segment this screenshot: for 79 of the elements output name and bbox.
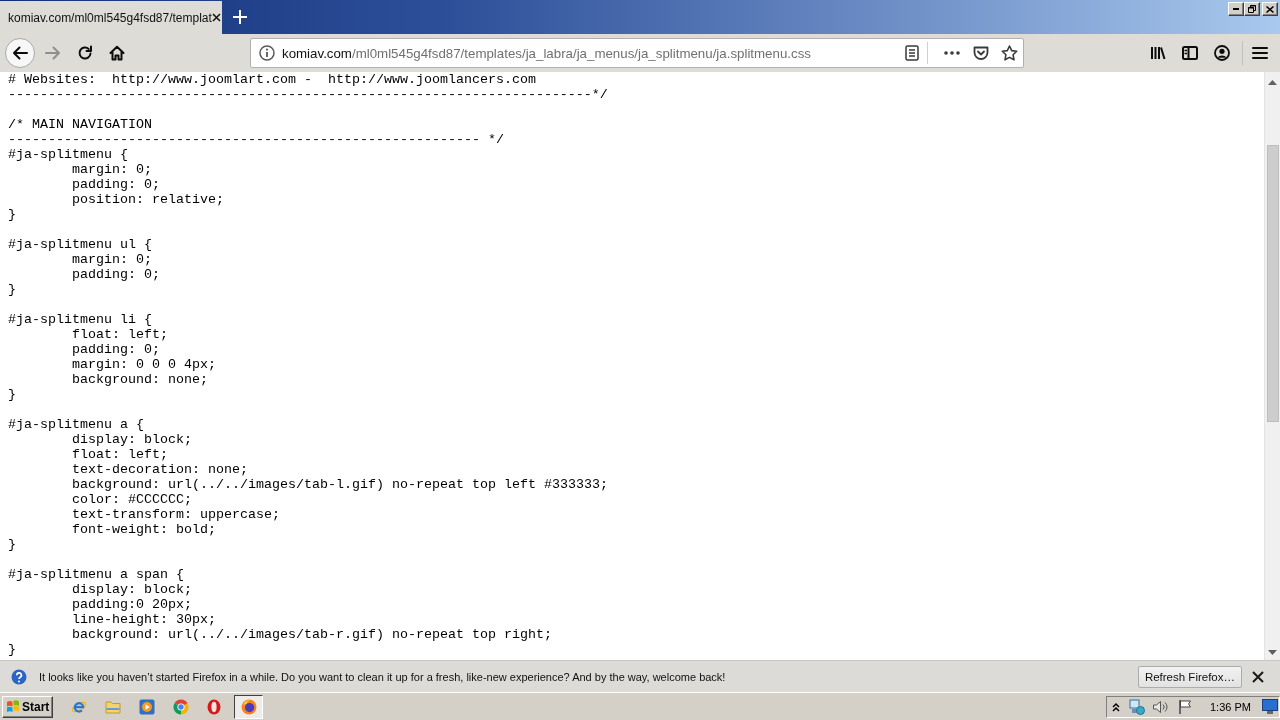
sidebar-icon[interactable]	[1182, 46, 1198, 60]
double-chevron-up-icon[interactable]	[1112, 701, 1120, 712]
code-line: }	[8, 642, 16, 657]
flag-icon[interactable]	[1177, 698, 1193, 715]
code-line: margin: 0;	[72, 252, 152, 267]
scrollbar-thumb[interactable]	[1266, 145, 1279, 422]
code-line: color: #CCCCCC;	[72, 492, 192, 507]
code-line: }	[8, 387, 16, 402]
speaker-icon[interactable]	[1152, 698, 1168, 715]
code-line: margin: 0 0 0 4px;	[72, 357, 216, 372]
close-icon	[1266, 5, 1274, 13]
code-line: background: none;	[72, 372, 208, 387]
restore-button[interactable]	[1244, 2, 1260, 16]
star-icon[interactable]	[1001, 45, 1018, 61]
arrow-left-icon	[12, 45, 28, 61]
play-icon[interactable]	[139, 698, 155, 715]
code-line: }	[8, 537, 16, 552]
code-line: #ja-splitmenu li {	[8, 312, 152, 327]
code-line: # Websites: http://www.joomlart.com - http://www.joomlancers.com	[8, 72, 536, 87]
user-circle-icon[interactable]	[1214, 45, 1230, 61]
code-line: #ja-splitmenu {	[8, 147, 128, 162]
start-logo-icon	[6, 700, 20, 713]
code-line: ----------------------------------------------------------- */	[8, 132, 504, 147]
reload-icon[interactable]	[77, 45, 93, 61]
info-icon[interactable]	[259, 45, 275, 61]
code-line: margin: 0;	[72, 162, 152, 177]
restore-icon	[1248, 5, 1256, 13]
scroll-up-arrow-icon[interactable]	[1268, 79, 1277, 85]
books-icon[interactable]	[1150, 45, 1166, 61]
home-icon[interactable]	[109, 45, 125, 61]
chevron-shield-icon[interactable]	[973, 45, 989, 61]
code-line: padding: 0;	[72, 342, 160, 357]
help-icon	[11, 668, 27, 685]
clock[interactable]: 1:36 PM	[1210, 700, 1251, 713]
scrollbar-track[interactable]	[1264, 72, 1280, 660]
circle-emblem-icon	[240, 698, 257, 715]
code-line: #ja-splitmenu a {	[8, 417, 144, 432]
document-icon[interactable]	[905, 45, 919, 61]
close-icon[interactable]	[1252, 670, 1264, 683]
code-line: float: left;	[72, 447, 168, 462]
menu-icon[interactable]	[1252, 46, 1268, 60]
scroll-down-arrow-icon[interactable]	[1268, 649, 1277, 655]
close-icon[interactable]	[211, 13, 221, 22]
code-line: padding: 0;	[72, 177, 160, 192]
code-line: #ja-splitmenu a span {	[8, 567, 184, 582]
code-line: display: block;	[72, 582, 192, 597]
close-button[interactable]	[1262, 2, 1278, 16]
code-line: background: url(../../images/tab-l.gif) no-repeat top left #333333;	[72, 477, 608, 492]
monitor-icon[interactable]	[1262, 699, 1278, 714]
url-text: komiav.com/ml0ml545g4fsd87/templates/ja_labra/ja_menus/ja_splitmenu/ja.splitmenu.css	[282, 45, 811, 61]
code-line: }	[8, 207, 16, 222]
network-icon[interactable]	[1129, 698, 1145, 715]
plus-icon[interactable]	[233, 10, 247, 24]
oval-ring-icon[interactable]	[206, 698, 222, 715]
taskbar-window-button[interactable]	[234, 694, 263, 719]
back-button[interactable]	[5, 38, 35, 68]
code-line: position: relative;	[72, 192, 224, 207]
code-line: -------------------------------------------------------------------------*/	[8, 87, 608, 102]
code-line: #ja-splitmenu ul {	[8, 237, 152, 252]
notification-message: It looks like you haven’t started Firefox in a while. Do you want to clean it up for a fresh, like-new experience? And by the way, welcome back!	[39, 670, 726, 683]
code-line: padding: 0;	[72, 267, 160, 282]
code-line: text-transform: uppercase;	[72, 507, 280, 522]
three-dots-icon[interactable]	[944, 51, 960, 55]
code-line: display: block;	[72, 432, 192, 447]
code-line: }	[8, 282, 16, 297]
code-line: font-weight: bold;	[72, 522, 216, 537]
segmented-circle-icon[interactable]	[173, 698, 189, 715]
refresh-button[interactable]: Refresh Firefox…	[1137, 665, 1242, 688]
minimize-button[interactable]	[1228, 2, 1244, 16]
minimize-icon	[1233, 8, 1239, 10]
code-line: float: left;	[72, 327, 168, 342]
browser-tab[interactable]: komiav.com/ml0ml545g4fsd87/templat	[0, 1, 222, 34]
code-line: text-decoration: none;	[72, 462, 248, 477]
code-line: line-height: 30px;	[72, 612, 216, 627]
code-line: /* MAIN NAVIGATION	[8, 117, 152, 132]
code-line: background: url(../../images/tab-r.gif) no-repeat top right;	[72, 627, 552, 642]
address-field[interactable]: komiav.com/ml0ml545g4fsd87/templates/ja_labra/ja_menus/ja_splitmenu/ja.splitmenu.css	[250, 38, 1024, 68]
start-button[interactable]: Start	[2, 695, 53, 718]
code-line: padding:0 20px;	[72, 597, 192, 612]
